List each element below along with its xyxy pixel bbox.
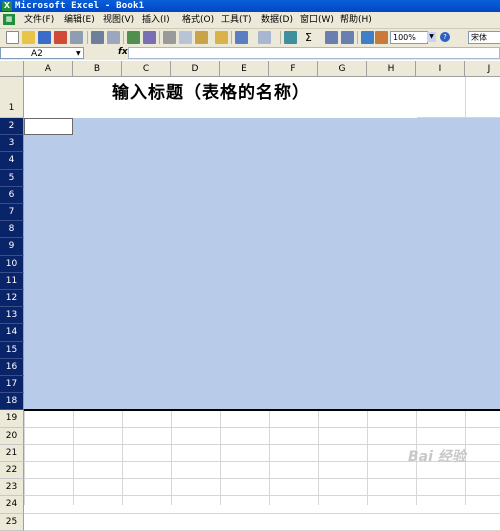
row-header-25[interactable]: 25 bbox=[0, 513, 24, 531]
row-header-17[interactable]: 17 bbox=[0, 376, 24, 394]
row-header-10[interactable]: 10 bbox=[0, 255, 24, 273]
row-header-4[interactable]: 4 bbox=[0, 152, 24, 170]
open-icon[interactable] bbox=[22, 31, 35, 44]
menu-tools[interactable]: 工具(T) bbox=[221, 12, 252, 28]
print-icon[interactable] bbox=[91, 31, 104, 44]
column-header-i[interactable]: I bbox=[416, 61, 465, 77]
drawing-icon[interactable] bbox=[375, 31, 388, 44]
row-header-9[interactable]: 9 bbox=[0, 238, 24, 256]
format-painter-icon[interactable] bbox=[215, 31, 228, 44]
row-header-20[interactable]: 20 bbox=[0, 427, 24, 445]
copy-icon[interactable] bbox=[179, 31, 192, 44]
row-header-14[interactable]: 14 bbox=[0, 324, 24, 342]
research-icon[interactable] bbox=[143, 31, 156, 44]
row-header-5[interactable]: 5 bbox=[0, 169, 24, 187]
row-header-15[interactable]: 15 bbox=[0, 341, 24, 359]
save-icon[interactable] bbox=[38, 31, 51, 44]
spelling-icon[interactable] bbox=[127, 31, 140, 44]
menu-insert[interactable]: 插入(I) bbox=[142, 12, 170, 28]
menu-format[interactable]: 格式(O) bbox=[182, 12, 214, 28]
column-header-d[interactable]: D bbox=[171, 61, 220, 77]
permission-icon[interactable] bbox=[54, 31, 67, 44]
select-all-corner[interactable] bbox=[0, 61, 24, 77]
sort-descending-icon[interactable] bbox=[341, 31, 354, 44]
insert-function-icon[interactable]: fx bbox=[118, 47, 128, 57]
menu-view[interactable]: 视图(V) bbox=[103, 12, 134, 28]
toolbar-separator bbox=[280, 31, 281, 44]
column-header-h[interactable]: H bbox=[367, 61, 416, 77]
row-header-1[interactable]: 1 bbox=[0, 77, 24, 118]
sort-ascending-icon[interactable] bbox=[325, 31, 338, 44]
toolbar-separator bbox=[231, 31, 232, 44]
window-title: Microsoft Excel - Book1 bbox=[15, 1, 145, 11]
menu-edit[interactable]: 编辑(E) bbox=[64, 12, 95, 28]
row-header-19[interactable]: 19 bbox=[0, 410, 24, 428]
sheet-title-text: 输入标题（表格的名称） bbox=[112, 83, 310, 103]
chart-wizard-icon[interactable] bbox=[361, 31, 374, 44]
name-box[interactable]: A2 bbox=[0, 47, 84, 59]
row-header-8[interactable]: 8 bbox=[0, 221, 24, 239]
autosum-icon[interactable]: Σ bbox=[302, 31, 315, 44]
zoom-select[interactable]: 100% bbox=[390, 31, 428, 44]
cut-icon[interactable] bbox=[163, 31, 176, 44]
worksheet-grid[interactable]: ABCDEFGHIJ 1 2 3 4 5 6 7 8 9 10 11 12 13 14 15 16 17 18 19… bbox=[0, 61, 500, 531]
help-icon[interactable]: ? bbox=[440, 32, 450, 42]
column-header-a[interactable]: A bbox=[24, 61, 73, 77]
row-header-11[interactable]: 11 bbox=[0, 272, 24, 290]
row-header-16[interactable]: 16 bbox=[0, 358, 24, 376]
standard-toolbar: Σ 100% ▼ ? 宋体 bbox=[0, 29, 500, 47]
undo-icon[interactable] bbox=[235, 31, 248, 44]
row-header-6[interactable]: 6 bbox=[0, 186, 24, 204]
font-select[interactable]: 宋体 bbox=[468, 31, 500, 44]
formula-input[interactable] bbox=[128, 47, 500, 59]
toolbar-separator bbox=[357, 31, 358, 44]
selected-range[interactable] bbox=[24, 118, 500, 411]
redo-icon[interactable] bbox=[258, 31, 271, 44]
workbook-icon[interactable]: ▦ bbox=[3, 14, 15, 25]
active-cell[interactable] bbox=[24, 118, 73, 135]
row-header-23[interactable]: 23 bbox=[0, 479, 24, 497]
toolbar-separator bbox=[123, 31, 124, 44]
menu-bar: ▦ 文件(F) 编辑(E) 视图(V) 插入(I) 格式(O) 工具(T) 数据… bbox=[0, 12, 500, 29]
chevron-down-icon[interactable]: ▼ bbox=[427, 32, 436, 42]
column-header-c[interactable]: C bbox=[122, 61, 171, 77]
menu-data[interactable]: 数据(D) bbox=[261, 12, 293, 28]
chevron-down-icon[interactable]: ▼ bbox=[76, 50, 81, 57]
hyperlink-icon[interactable] bbox=[284, 31, 297, 44]
menu-file[interactable]: 文件(F) bbox=[24, 12, 54, 28]
row-header-13[interactable]: 13 bbox=[0, 307, 24, 325]
watermark: Bai 经验 bbox=[408, 449, 466, 465]
menu-window[interactable]: 窗口(W) bbox=[300, 12, 334, 28]
row-gridline bbox=[24, 512, 500, 514]
column-header-e[interactable]: E bbox=[220, 61, 269, 77]
column-header-j[interactable]: J bbox=[465, 61, 500, 77]
toolbar-separator bbox=[87, 31, 88, 44]
column-header-b[interactable]: B bbox=[73, 61, 122, 77]
toolbar-separator bbox=[159, 31, 160, 44]
row-gridline bbox=[24, 443, 500, 445]
column-header-f[interactable]: F bbox=[269, 61, 318, 77]
paste-icon[interactable] bbox=[195, 31, 208, 44]
row-header-3[interactable]: 3 bbox=[0, 135, 24, 153]
row-header-21[interactable]: 21 bbox=[0, 444, 24, 462]
column-header-g[interactable]: G bbox=[318, 61, 367, 77]
row-header-22[interactable]: 22 bbox=[0, 462, 24, 480]
formula-bar: A2 ▼ fx bbox=[0, 46, 500, 60]
print-preview-icon[interactable] bbox=[107, 31, 120, 44]
row-header-12[interactable]: 12 bbox=[0, 290, 24, 308]
row-gridline bbox=[24, 426, 500, 428]
email-icon[interactable] bbox=[70, 31, 83, 44]
row-gridline bbox=[24, 495, 500, 497]
row-header-18[interactable]: 18 bbox=[0, 393, 24, 411]
row-header-7[interactable]: 7 bbox=[0, 204, 24, 222]
row-header-2[interactable]: 2 bbox=[0, 118, 24, 136]
title-bar: X Microsoft Excel - Book1 bbox=[0, 0, 500, 12]
new-icon[interactable] bbox=[6, 31, 19, 44]
menu-help[interactable]: 帮助(H) bbox=[340, 12, 372, 28]
excel-icon[interactable]: X bbox=[2, 1, 12, 11]
